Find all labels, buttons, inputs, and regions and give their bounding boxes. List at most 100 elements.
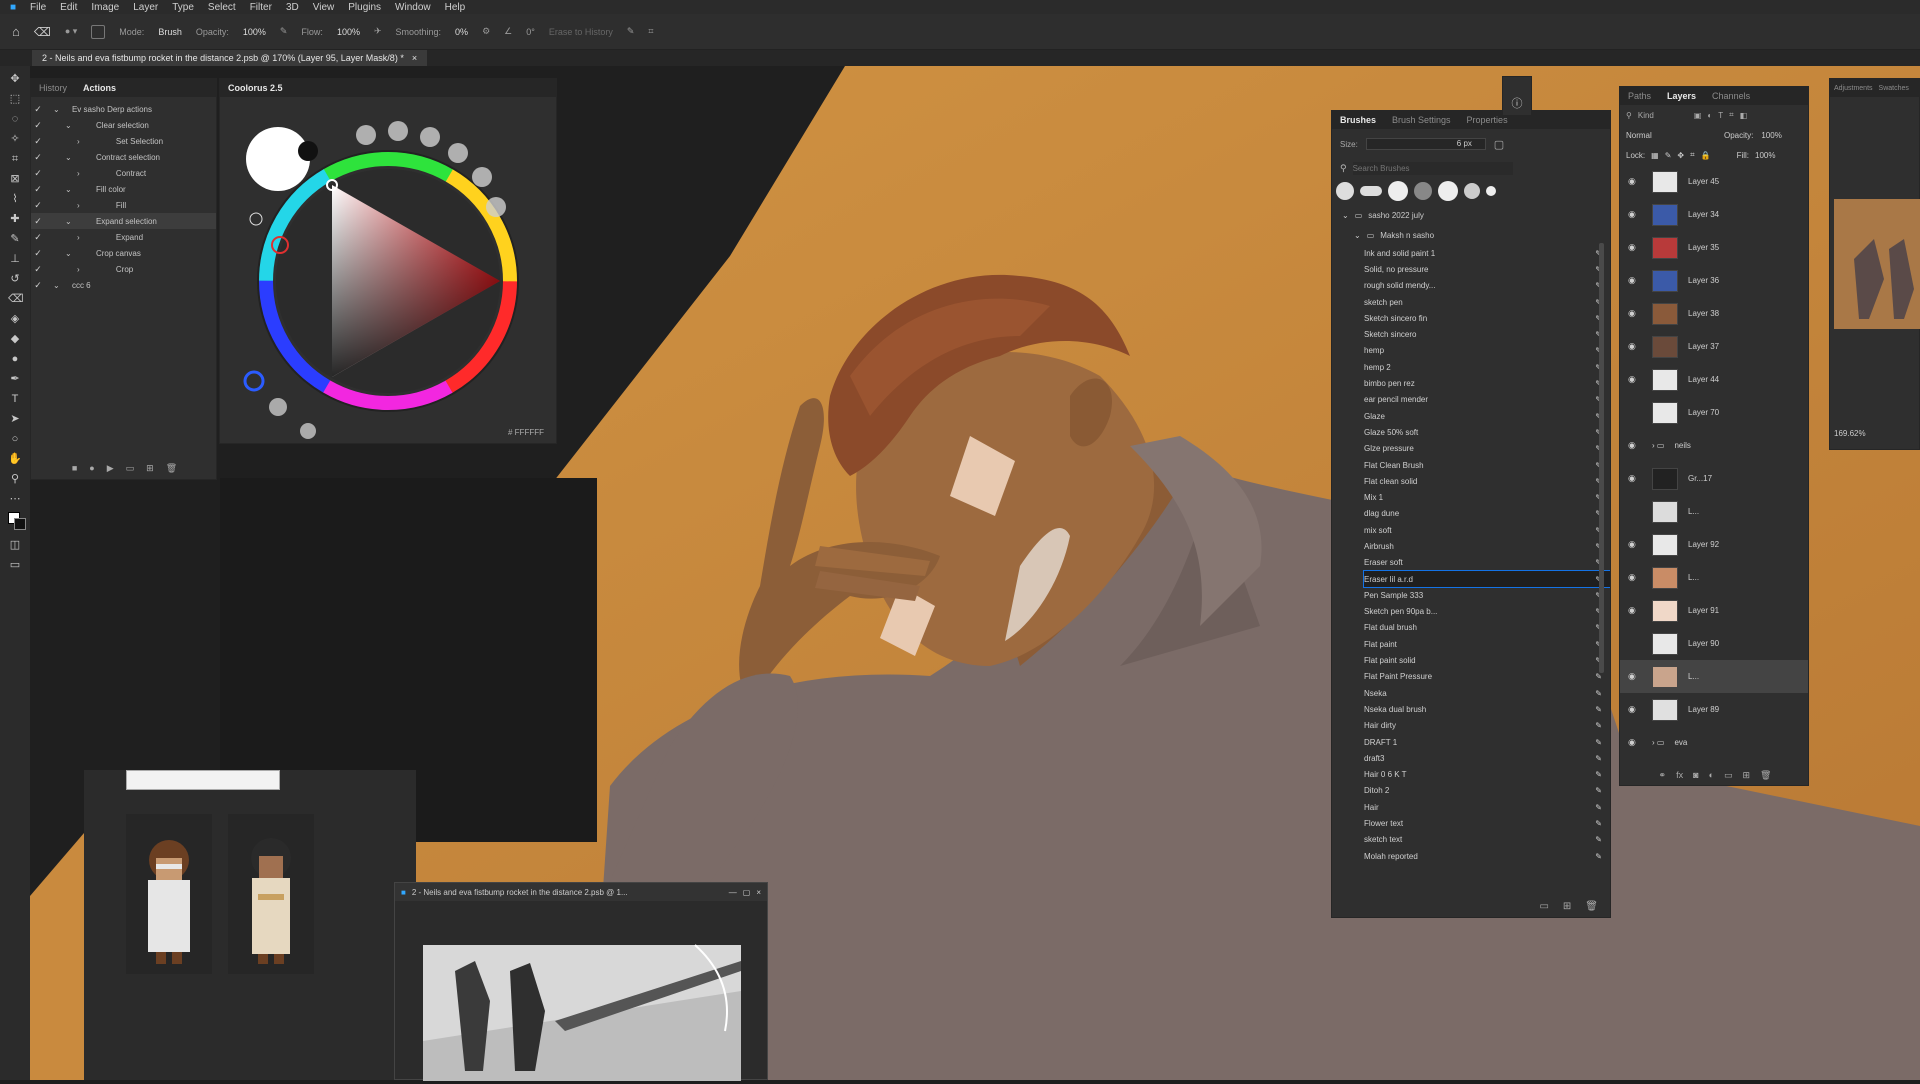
size-input[interactable]: 6 px	[1365, 138, 1486, 150]
document-tab[interactable]: 2 - Neils and eva fistbump rocket in the…	[32, 50, 428, 66]
action-row[interactable]: ✓ ⌄ Fill color	[31, 181, 216, 197]
layer-name[interactable]: Layer 90	[1688, 639, 1719, 648]
new-action-icon[interactable]: ⊞	[146, 463, 154, 474]
brush-item[interactable]: Flat dual brush✎	[1364, 620, 1610, 636]
layer-row[interactable]: ◉ Layer 38	[1620, 297, 1808, 330]
layer-row[interactable]: ◉ L...	[1620, 660, 1808, 693]
history-brush-tool-icon[interactable]: ↺	[8, 272, 22, 286]
check-icon[interactable]: ✓	[31, 136, 45, 147]
layer-row[interactable]: L...	[1620, 495, 1808, 528]
brush-item[interactable]: Airbrush✎	[1364, 538, 1610, 554]
layer-row[interactable]: Layer 90	[1620, 627, 1808, 660]
brush-item[interactable]: Nseka ✎	[1364, 685, 1610, 701]
brush-item[interactable]: Hair ✎	[1364, 799, 1610, 815]
brush-item[interactable]: sketch text ✎	[1364, 832, 1610, 848]
action-row[interactable]: ✓ › Expand	[31, 229, 216, 245]
close-icon[interactable]: ×	[756, 888, 767, 897]
chevron-icon[interactable]: ⌄	[53, 105, 62, 114]
eye-icon[interactable]: ◉	[1628, 275, 1642, 286]
lock-all-icon[interactable]: 🔒	[1701, 151, 1711, 160]
layer-thumbnail[interactable]	[1652, 698, 1678, 721]
info-icon[interactable]: ⓘ	[1503, 95, 1531, 111]
opacity-value[interactable]: 100%	[243, 27, 266, 37]
minimize-icon[interactable]: —	[729, 888, 737, 897]
layer-thumbnail[interactable]	[1652, 335, 1678, 358]
check-icon[interactable]: ✓	[31, 152, 45, 163]
eye-icon[interactable]: ◉	[1628, 473, 1642, 484]
airbrush-icon[interactable]: ✈	[374, 26, 382, 37]
new-group-icon[interactable]: ▭	[1539, 901, 1548, 912]
layer-row[interactable]: ◉ Gr...17	[1620, 462, 1808, 495]
chevron-icon[interactable]: ›	[77, 233, 82, 242]
eye-icon[interactable]: ◉	[1628, 176, 1642, 187]
close-icon[interactable]: ×	[412, 53, 417, 63]
chevron-icon[interactable]: ⌄	[65, 185, 74, 194]
menu-view[interactable]: View	[313, 2, 335, 13]
symmetry-icon[interactable]: ⌗	[648, 26, 653, 37]
brush-item[interactable]: Glze pressure✎	[1364, 441, 1610, 457]
layer-name[interactable]: Layer 44	[1688, 375, 1719, 384]
brush-item[interactable]: Flat Clean Brush✎	[1364, 457, 1610, 473]
brush-item[interactable]: Glaze 50% soft✎	[1364, 424, 1610, 440]
eraser-tool-icon[interactable]: ⌫	[34, 25, 51, 39]
check-icon[interactable]: ✓	[31, 248, 45, 259]
eyedropper-tool-icon[interactable]: ⌇	[8, 192, 22, 206]
layer-thumbnail[interactable]	[1652, 236, 1678, 259]
lasso-tool-icon[interactable]: ◌	[8, 112, 22, 126]
fx-icon[interactable]: fx	[1676, 770, 1683, 780]
check-icon[interactable]: ✓	[31, 200, 45, 211]
brush-item[interactable]: Flat paint solid✎	[1364, 652, 1610, 668]
layer-thumbnail[interactable]	[1652, 533, 1678, 556]
brush-item[interactable]: rough solid mendy...✎	[1364, 278, 1610, 294]
check-icon[interactable]: ✓	[31, 264, 45, 275]
action-row[interactable]: ✓ ⌄ Contract selection	[31, 149, 216, 165]
link-icon[interactable]: ⚭	[1659, 770, 1667, 781]
layer-thumbnail[interactable]	[1652, 599, 1678, 622]
check-icon[interactable]: ✓	[31, 184, 45, 195]
layer-name[interactable]: Layer 70	[1688, 408, 1719, 417]
brush-item[interactable]: Flat paint✎	[1364, 636, 1610, 652]
eraser-tool-icon[interactable]: ⌫	[8, 292, 24, 306]
eye-icon[interactable]: ◉	[1628, 308, 1642, 319]
action-row[interactable]: ✓ ⌄ Crop canvas	[31, 245, 216, 261]
chevron-icon[interactable]: ›	[77, 137, 82, 146]
crop-tool-icon[interactable]: ⌗	[8, 152, 22, 166]
brush-tool-icon[interactable]: ✎	[8, 232, 22, 246]
layer-row[interactable]: ◉ Layer 89	[1620, 693, 1808, 726]
more-tools-icon[interactable]: ⋯	[8, 492, 22, 506]
brush-item[interactable]: Hair dirty ✎	[1364, 718, 1610, 734]
new-set-icon[interactable]: ▭	[126, 463, 135, 474]
action-row[interactable]: ✓ › Fill	[31, 197, 216, 213]
tab-brush-settings[interactable]: Brush Settings	[1392, 115, 1451, 125]
menu-3d[interactable]: 3D	[286, 2, 299, 13]
play-icon[interactable]: ▶	[107, 463, 114, 474]
gear-icon[interactable]: ⚙	[482, 26, 490, 37]
brush-item[interactable]: Sketch sincero✎	[1364, 326, 1610, 342]
magic-wand-tool-icon[interactable]: ✧	[8, 132, 22, 146]
layer-row[interactable]: ◉ Layer 35	[1620, 231, 1808, 264]
folder-icon[interactable]: › ▭	[1652, 738, 1664, 747]
frame-tool-icon[interactable]: ⊠	[8, 172, 22, 186]
eye-icon[interactable]: ◉	[1628, 341, 1642, 352]
type-tool-icon[interactable]: T	[8, 392, 22, 406]
action-row[interactable]: ✓ ⌄ Clear selection	[31, 117, 216, 133]
brush-item[interactable]: Ink and solid paint 1✎	[1364, 245, 1610, 261]
maximize-icon[interactable]: ▢	[743, 888, 751, 897]
brush-settings-toggle-icon[interactable]	[91, 24, 106, 39]
stop-icon[interactable]: ■	[72, 463, 77, 473]
angle-icon[interactable]: ∠	[504, 26, 512, 37]
recent-brushes[interactable]	[1332, 177, 1610, 205]
tab-brushes[interactable]: Brushes	[1340, 115, 1376, 125]
eye-icon[interactable]: ◉	[1628, 605, 1642, 616]
menu-layer[interactable]: Layer	[133, 2, 158, 13]
layer-name[interactable]: Layer 38	[1688, 309, 1719, 318]
filter-pixel-icon[interactable]: ▣	[1694, 111, 1702, 120]
tab-channels[interactable]: Channels	[1712, 91, 1750, 101]
chevron-icon[interactable]: ›	[77, 201, 82, 210]
new-group-icon[interactable]: ▭	[1724, 770, 1733, 781]
move-tool-icon[interactable]: ✥	[8, 72, 22, 86]
new-layer-icon[interactable]: ⊞	[1742, 770, 1750, 781]
check-icon[interactable]: ✓	[31, 104, 45, 115]
layer-row[interactable]: ◉ › ▭ neils	[1620, 429, 1808, 462]
tab-swatches[interactable]: Swatches	[1879, 85, 1909, 92]
